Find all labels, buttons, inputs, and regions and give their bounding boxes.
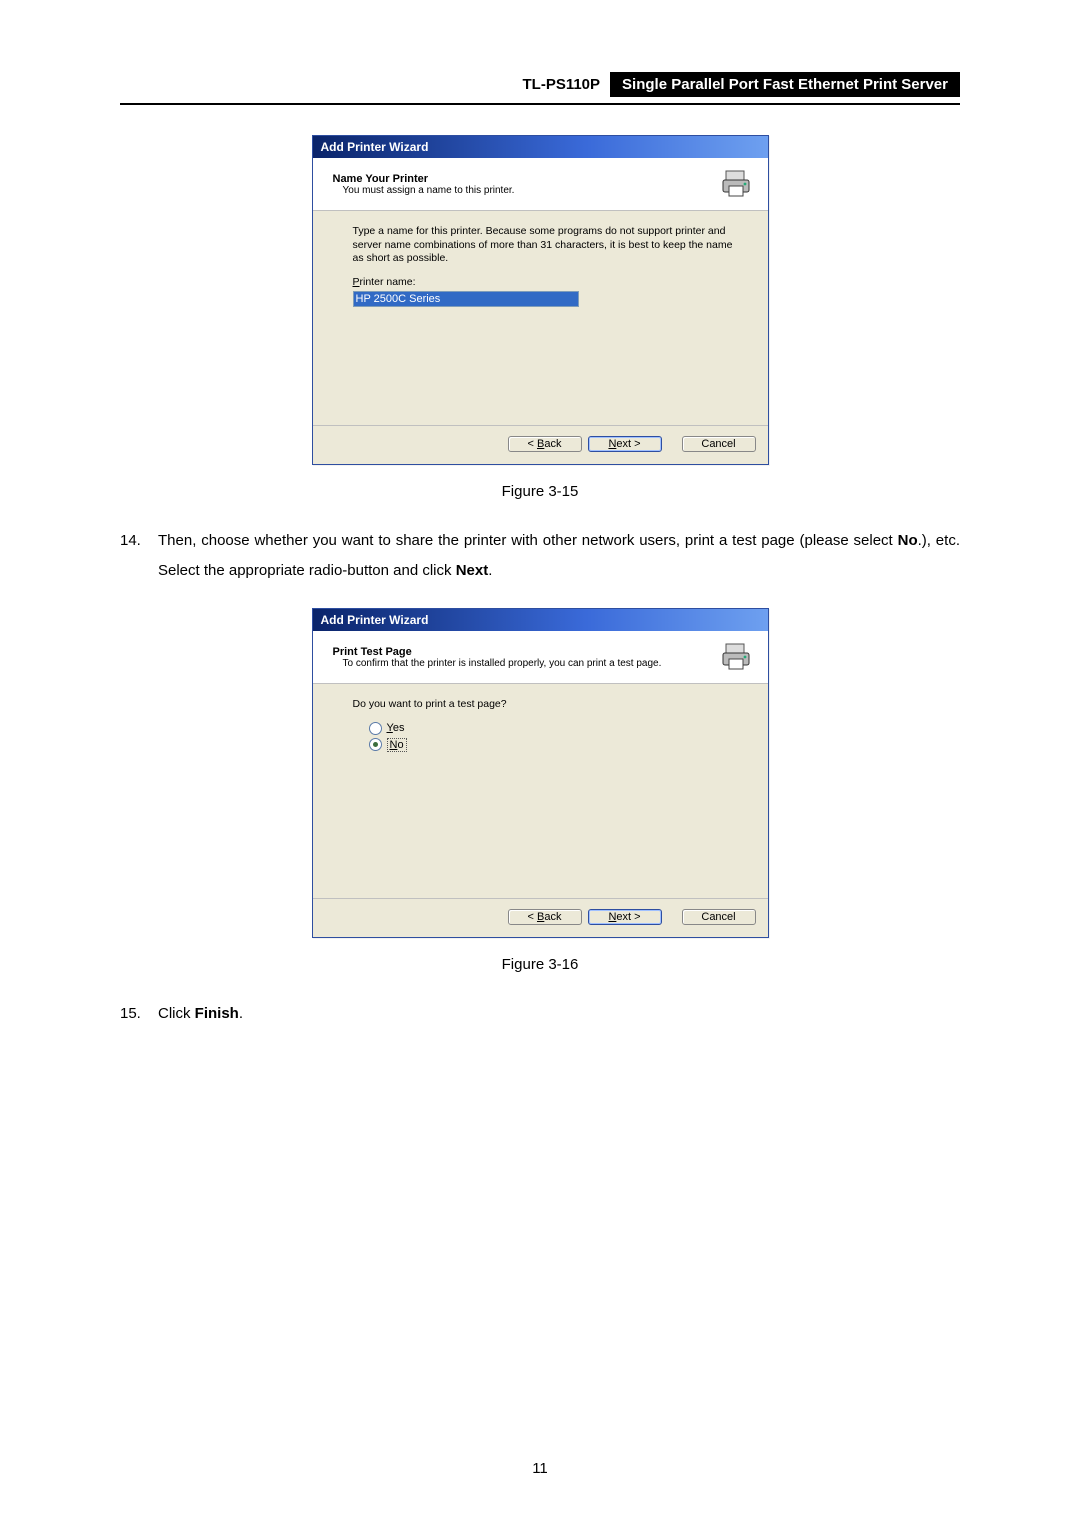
- wizard-header: Name Your Printer You must assign a name…: [313, 158, 768, 211]
- wizard-header-subtitle: You must assign a name to this printer.: [333, 185, 710, 196]
- page-number: 11: [0, 1460, 1080, 1477]
- step-number: 15.: [120, 999, 158, 1029]
- radio-no-label: No: [387, 738, 407, 752]
- radio-yes[interactable]: [369, 722, 382, 735]
- wizard-header-title: Print Test Page: [333, 646, 710, 658]
- wizard-header-title: Name Your Printer: [333, 173, 710, 185]
- radio-no[interactable]: [369, 738, 382, 751]
- step-number: 14.: [120, 526, 158, 586]
- next-button[interactable]: Next >: [588, 909, 662, 925]
- product-description: Single Parallel Port Fast Ethernet Print…: [610, 72, 960, 97]
- add-printer-wizard-testpage: Add Printer Wizard Print Test Page To co…: [312, 608, 769, 938]
- radio-yes-row[interactable]: Yes: [369, 722, 740, 735]
- back-button[interactable]: < Back: [508, 436, 582, 452]
- wizard-header: Print Test Page To confirm that the prin…: [313, 631, 768, 684]
- header-divider: [120, 103, 960, 105]
- wizard-header-subtitle: To confirm that the printer is installed…: [333, 658, 710, 669]
- printer-name-label: Printer name:: [353, 276, 740, 288]
- figure-3-15-caption: Figure 3-15: [120, 483, 960, 500]
- wizard-body: Do you want to print a test page? Yes No: [313, 684, 768, 898]
- radio-yes-label: Yes: [387, 722, 405, 734]
- figure-3-15: Add Printer Wizard Name Your Printer You…: [120, 135, 960, 465]
- add-printer-wizard-name: Add Printer Wizard Name Your Printer You…: [312, 135, 769, 465]
- wizard-titlebar: Add Printer Wizard: [313, 609, 768, 631]
- step-15: 15. Click Finish.: [120, 999, 960, 1029]
- step-text: Click Finish.: [158, 999, 960, 1029]
- wizard-question-text: Do you want to print a test page?: [353, 698, 740, 712]
- figure-3-16-caption: Figure 3-16: [120, 956, 960, 973]
- figure-3-16: Add Printer Wizard Print Test Page To co…: [120, 608, 960, 938]
- step-14: 14. Then, choose whether you want to sha…: [120, 526, 960, 586]
- next-button[interactable]: Next >: [588, 436, 662, 452]
- printer-name-input[interactable]: [353, 291, 579, 307]
- radio-no-row[interactable]: No: [369, 738, 740, 752]
- wizard-body: Type a name for this printer. Because so…: [313, 211, 768, 425]
- doc-header: TL-PS110P Single Parallel Port Fast Ethe…: [120, 72, 960, 97]
- printer-icon: [720, 166, 756, 202]
- model-code: TL-PS110P: [513, 72, 611, 97]
- cancel-button[interactable]: Cancel: [682, 436, 756, 452]
- printer-icon: [720, 639, 756, 675]
- back-button[interactable]: < Back: [508, 909, 582, 925]
- cancel-button[interactable]: Cancel: [682, 909, 756, 925]
- wizard-instruction-text: Type a name for this printer. Because so…: [353, 225, 740, 266]
- step-text: Then, choose whether you want to share t…: [158, 526, 960, 586]
- wizard-titlebar: Add Printer Wizard: [313, 136, 768, 158]
